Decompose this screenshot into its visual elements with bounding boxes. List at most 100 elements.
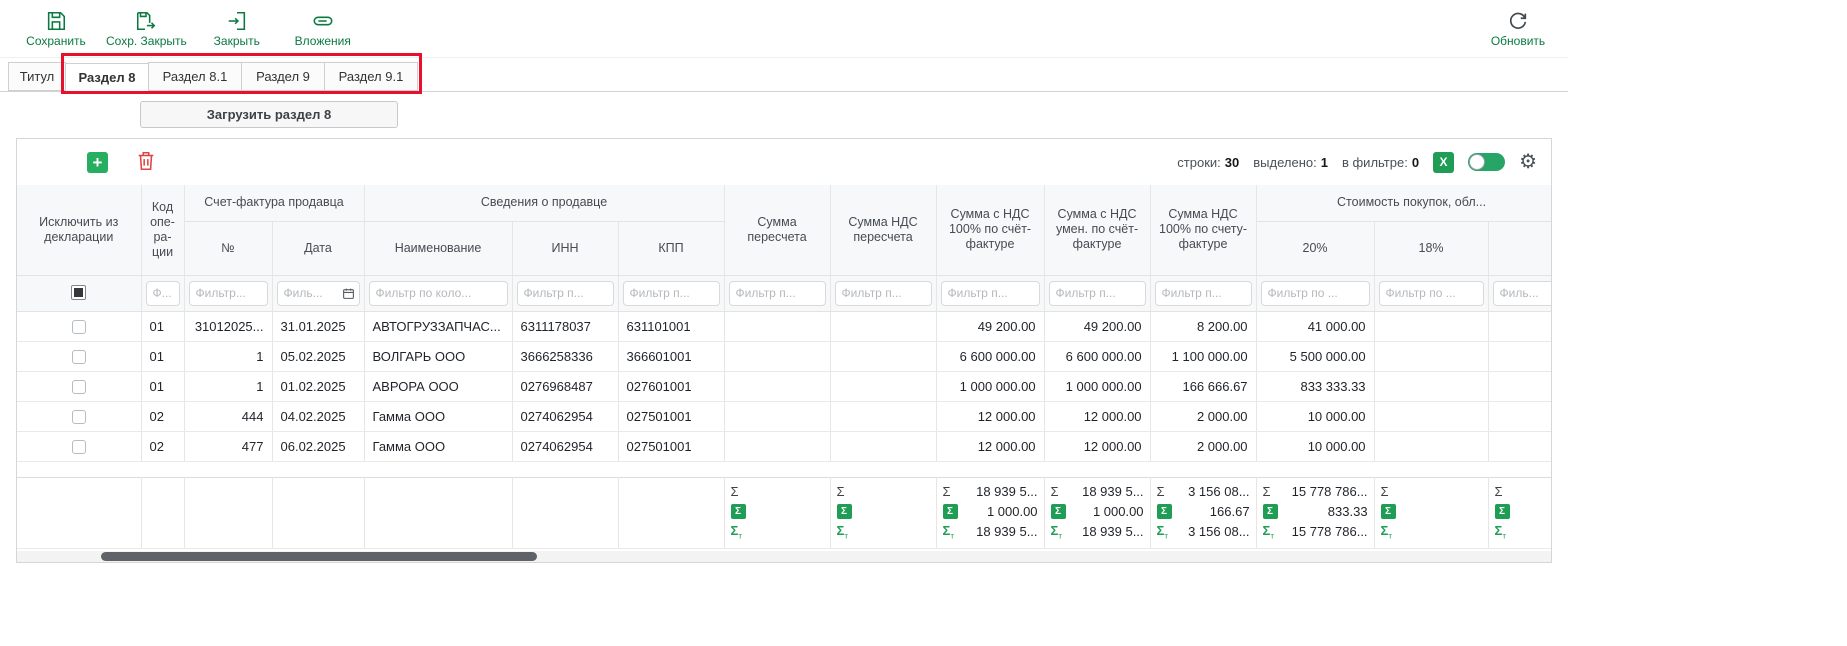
cell-sum_vat_reduced[interactable]: 6 600 000.00 bbox=[1044, 341, 1150, 371]
cell-inn[interactable]: 6311178037 bbox=[512, 311, 618, 341]
cell-sum_vat_full[interactable]: 6 600 000.00 bbox=[936, 341, 1044, 371]
header-recalc-vat[interactable]: Сумма НДС пересчета bbox=[830, 185, 936, 275]
header-invoice-date[interactable]: Дата bbox=[272, 221, 364, 275]
cell-recalc_sum[interactable] bbox=[724, 371, 830, 401]
cell-op[interactable]: 01 bbox=[141, 371, 184, 401]
cell-vat_full[interactable]: 2 000.00 bbox=[1150, 401, 1256, 431]
cell-extra[interactable] bbox=[1488, 371, 1551, 401]
cell-recalc_vat[interactable] bbox=[830, 431, 936, 461]
row-exclude-checkbox[interactable] bbox=[72, 410, 86, 424]
excel-export-icon[interactable]: X bbox=[1433, 152, 1454, 173]
cell-inn[interactable]: 3666258336 bbox=[512, 341, 618, 371]
cell-pct20[interactable]: 10 000.00 bbox=[1256, 401, 1374, 431]
cell-kpp[interactable]: 027501001 bbox=[618, 401, 724, 431]
header-sum-vat-reduced[interactable]: Сумма с НДС умен. по счёт-фактуре bbox=[1044, 185, 1150, 275]
header-extra[interactable] bbox=[1488, 221, 1551, 275]
cell-recalc_vat[interactable] bbox=[830, 401, 936, 431]
header-exclude[interactable]: Исключить из декларации bbox=[17, 185, 141, 275]
calendar-icon[interactable] bbox=[342, 287, 355, 300]
header-invoice-number[interactable]: № bbox=[184, 221, 272, 275]
cell-date[interactable]: 06.02.2025 bbox=[272, 431, 364, 461]
attachments-button[interactable]: Вложения bbox=[287, 10, 359, 48]
cell-recalc_sum[interactable] bbox=[724, 341, 830, 371]
filter-extra[interactable] bbox=[1493, 281, 1551, 306]
filter-sum-vat-reduced[interactable] bbox=[1049, 281, 1146, 306]
cell-sum_vat_reduced[interactable]: 49 200.00 bbox=[1044, 311, 1150, 341]
cell-recalc_vat[interactable] bbox=[830, 341, 936, 371]
cell-name[interactable]: АВТОГРУЗЗАПЧАС... bbox=[364, 311, 512, 341]
header-rate-20[interactable]: 20% bbox=[1256, 221, 1374, 275]
add-row-button[interactable]: + bbox=[87, 152, 108, 173]
cell-recalc_sum[interactable] bbox=[724, 401, 830, 431]
tab-titul[interactable]: Титул bbox=[8, 62, 66, 91]
filter-sum-vat-full[interactable] bbox=[941, 281, 1040, 306]
cell-sum_vat_reduced[interactable]: 12 000.00 bbox=[1044, 401, 1150, 431]
tab-razdel-9-1[interactable]: Раздел 9.1 bbox=[324, 62, 418, 91]
cell-num[interactable]: 444 bbox=[184, 401, 272, 431]
exclude-all-checkbox[interactable] bbox=[71, 285, 86, 300]
cell-recalc_vat[interactable] bbox=[830, 371, 936, 401]
horizontal-scrollbar[interactable] bbox=[17, 551, 1551, 562]
close-button[interactable]: Закрыть bbox=[201, 10, 273, 48]
cell-pct18[interactable] bbox=[1374, 431, 1488, 461]
cell-num[interactable]: 1 bbox=[184, 341, 272, 371]
header-op-code[interactable]: Код опе-ра-ции bbox=[141, 185, 184, 275]
cell-name[interactable]: Гамма ООО bbox=[364, 401, 512, 431]
filter-op-code[interactable] bbox=[146, 281, 180, 306]
cell-extra[interactable] bbox=[1488, 431, 1551, 461]
filter-seller-name[interactable] bbox=[369, 281, 508, 306]
cell-sum_vat_reduced[interactable]: 12 000.00 bbox=[1044, 431, 1150, 461]
cell-date[interactable]: 05.02.2025 bbox=[272, 341, 364, 371]
row-exclude-checkbox[interactable] bbox=[72, 440, 86, 454]
table-row[interactable]: 0244404.02.2025Гамма ООО0274062954027501… bbox=[17, 401, 1551, 431]
filter-inn[interactable] bbox=[517, 281, 614, 306]
cell-op[interactable]: 02 bbox=[141, 401, 184, 431]
cell-recalc_sum[interactable] bbox=[724, 431, 830, 461]
cell-vat_full[interactable]: 2 000.00 bbox=[1150, 431, 1256, 461]
cell-pct18[interactable] bbox=[1374, 371, 1488, 401]
cell-pct20[interactable]: 10 000.00 bbox=[1256, 431, 1374, 461]
cell-sum_vat_full[interactable]: 1 000 000.00 bbox=[936, 371, 1044, 401]
cell-extra[interactable] bbox=[1488, 341, 1551, 371]
cell-pct18[interactable] bbox=[1374, 401, 1488, 431]
header-sum-vat-full[interactable]: Сумма с НДС 100% по счёт-фактуре bbox=[936, 185, 1044, 275]
row-exclude-checkbox[interactable] bbox=[72, 350, 86, 364]
cell-num[interactable]: 1 bbox=[184, 371, 272, 401]
filter-rate-20[interactable] bbox=[1261, 281, 1370, 306]
tab-razdel-8-1[interactable]: Раздел 8.1 bbox=[148, 62, 242, 91]
save-close-button[interactable]: Сохр. Закрыть bbox=[106, 10, 187, 48]
cell-date[interactable]: 04.02.2025 bbox=[272, 401, 364, 431]
header-rate-18[interactable]: 18% bbox=[1374, 221, 1488, 275]
header-recalc-sum[interactable]: Сумма пересчета bbox=[724, 185, 830, 275]
cell-pct20[interactable]: 41 000.00 bbox=[1256, 311, 1374, 341]
cell-vat_full[interactable]: 8 200.00 bbox=[1150, 311, 1256, 341]
row-exclude-checkbox[interactable] bbox=[72, 380, 86, 394]
load-section-button[interactable]: Загрузить раздел 8 bbox=[140, 101, 398, 128]
cell-vat_full[interactable]: 1 100 000.00 bbox=[1150, 341, 1256, 371]
cell-op[interactable]: 01 bbox=[141, 341, 184, 371]
cell-pct18[interactable] bbox=[1374, 341, 1488, 371]
cell-sum_vat_full[interactable]: 49 200.00 bbox=[936, 311, 1044, 341]
cell-sum_vat_full[interactable]: 12 000.00 bbox=[936, 431, 1044, 461]
tab-razdel-9[interactable]: Раздел 9 bbox=[241, 62, 325, 91]
delete-row-button[interactable] bbox=[134, 150, 158, 174]
scrollbar-thumb[interactable] bbox=[101, 552, 537, 561]
row-exclude-checkbox[interactable] bbox=[72, 320, 86, 334]
gear-icon[interactable]: ⚙ bbox=[1519, 152, 1537, 172]
table-row[interactable]: 0131012025...31.01.2025АВТОГРУЗЗАПЧАС...… bbox=[17, 311, 1551, 341]
cell-pct20[interactable]: 5 500 000.00 bbox=[1256, 341, 1374, 371]
save-button[interactable]: Сохранить bbox=[20, 10, 92, 48]
table-row[interactable]: 01101.02.2025АВРОРА ООО02769684870276010… bbox=[17, 371, 1551, 401]
cell-kpp[interactable]: 631101001 bbox=[618, 311, 724, 341]
cell-recalc_sum[interactable] bbox=[724, 311, 830, 341]
filter-invoice-number[interactable] bbox=[189, 281, 268, 306]
cell-pct20[interactable]: 833 333.33 bbox=[1256, 371, 1374, 401]
cell-sum_vat_full[interactable]: 12 000.00 bbox=[936, 401, 1044, 431]
cell-recalc_vat[interactable] bbox=[830, 311, 936, 341]
refresh-button[interactable]: Обновить bbox=[1482, 10, 1554, 48]
table-row[interactable]: 01105.02.2025ВОЛГАРЬ ООО3666258336366601… bbox=[17, 341, 1551, 371]
cell-pct18[interactable] bbox=[1374, 311, 1488, 341]
cell-inn[interactable]: 0276968487 bbox=[512, 371, 618, 401]
cell-kpp[interactable]: 027601001 bbox=[618, 371, 724, 401]
cell-inn[interactable]: 0274062954 bbox=[512, 431, 618, 461]
